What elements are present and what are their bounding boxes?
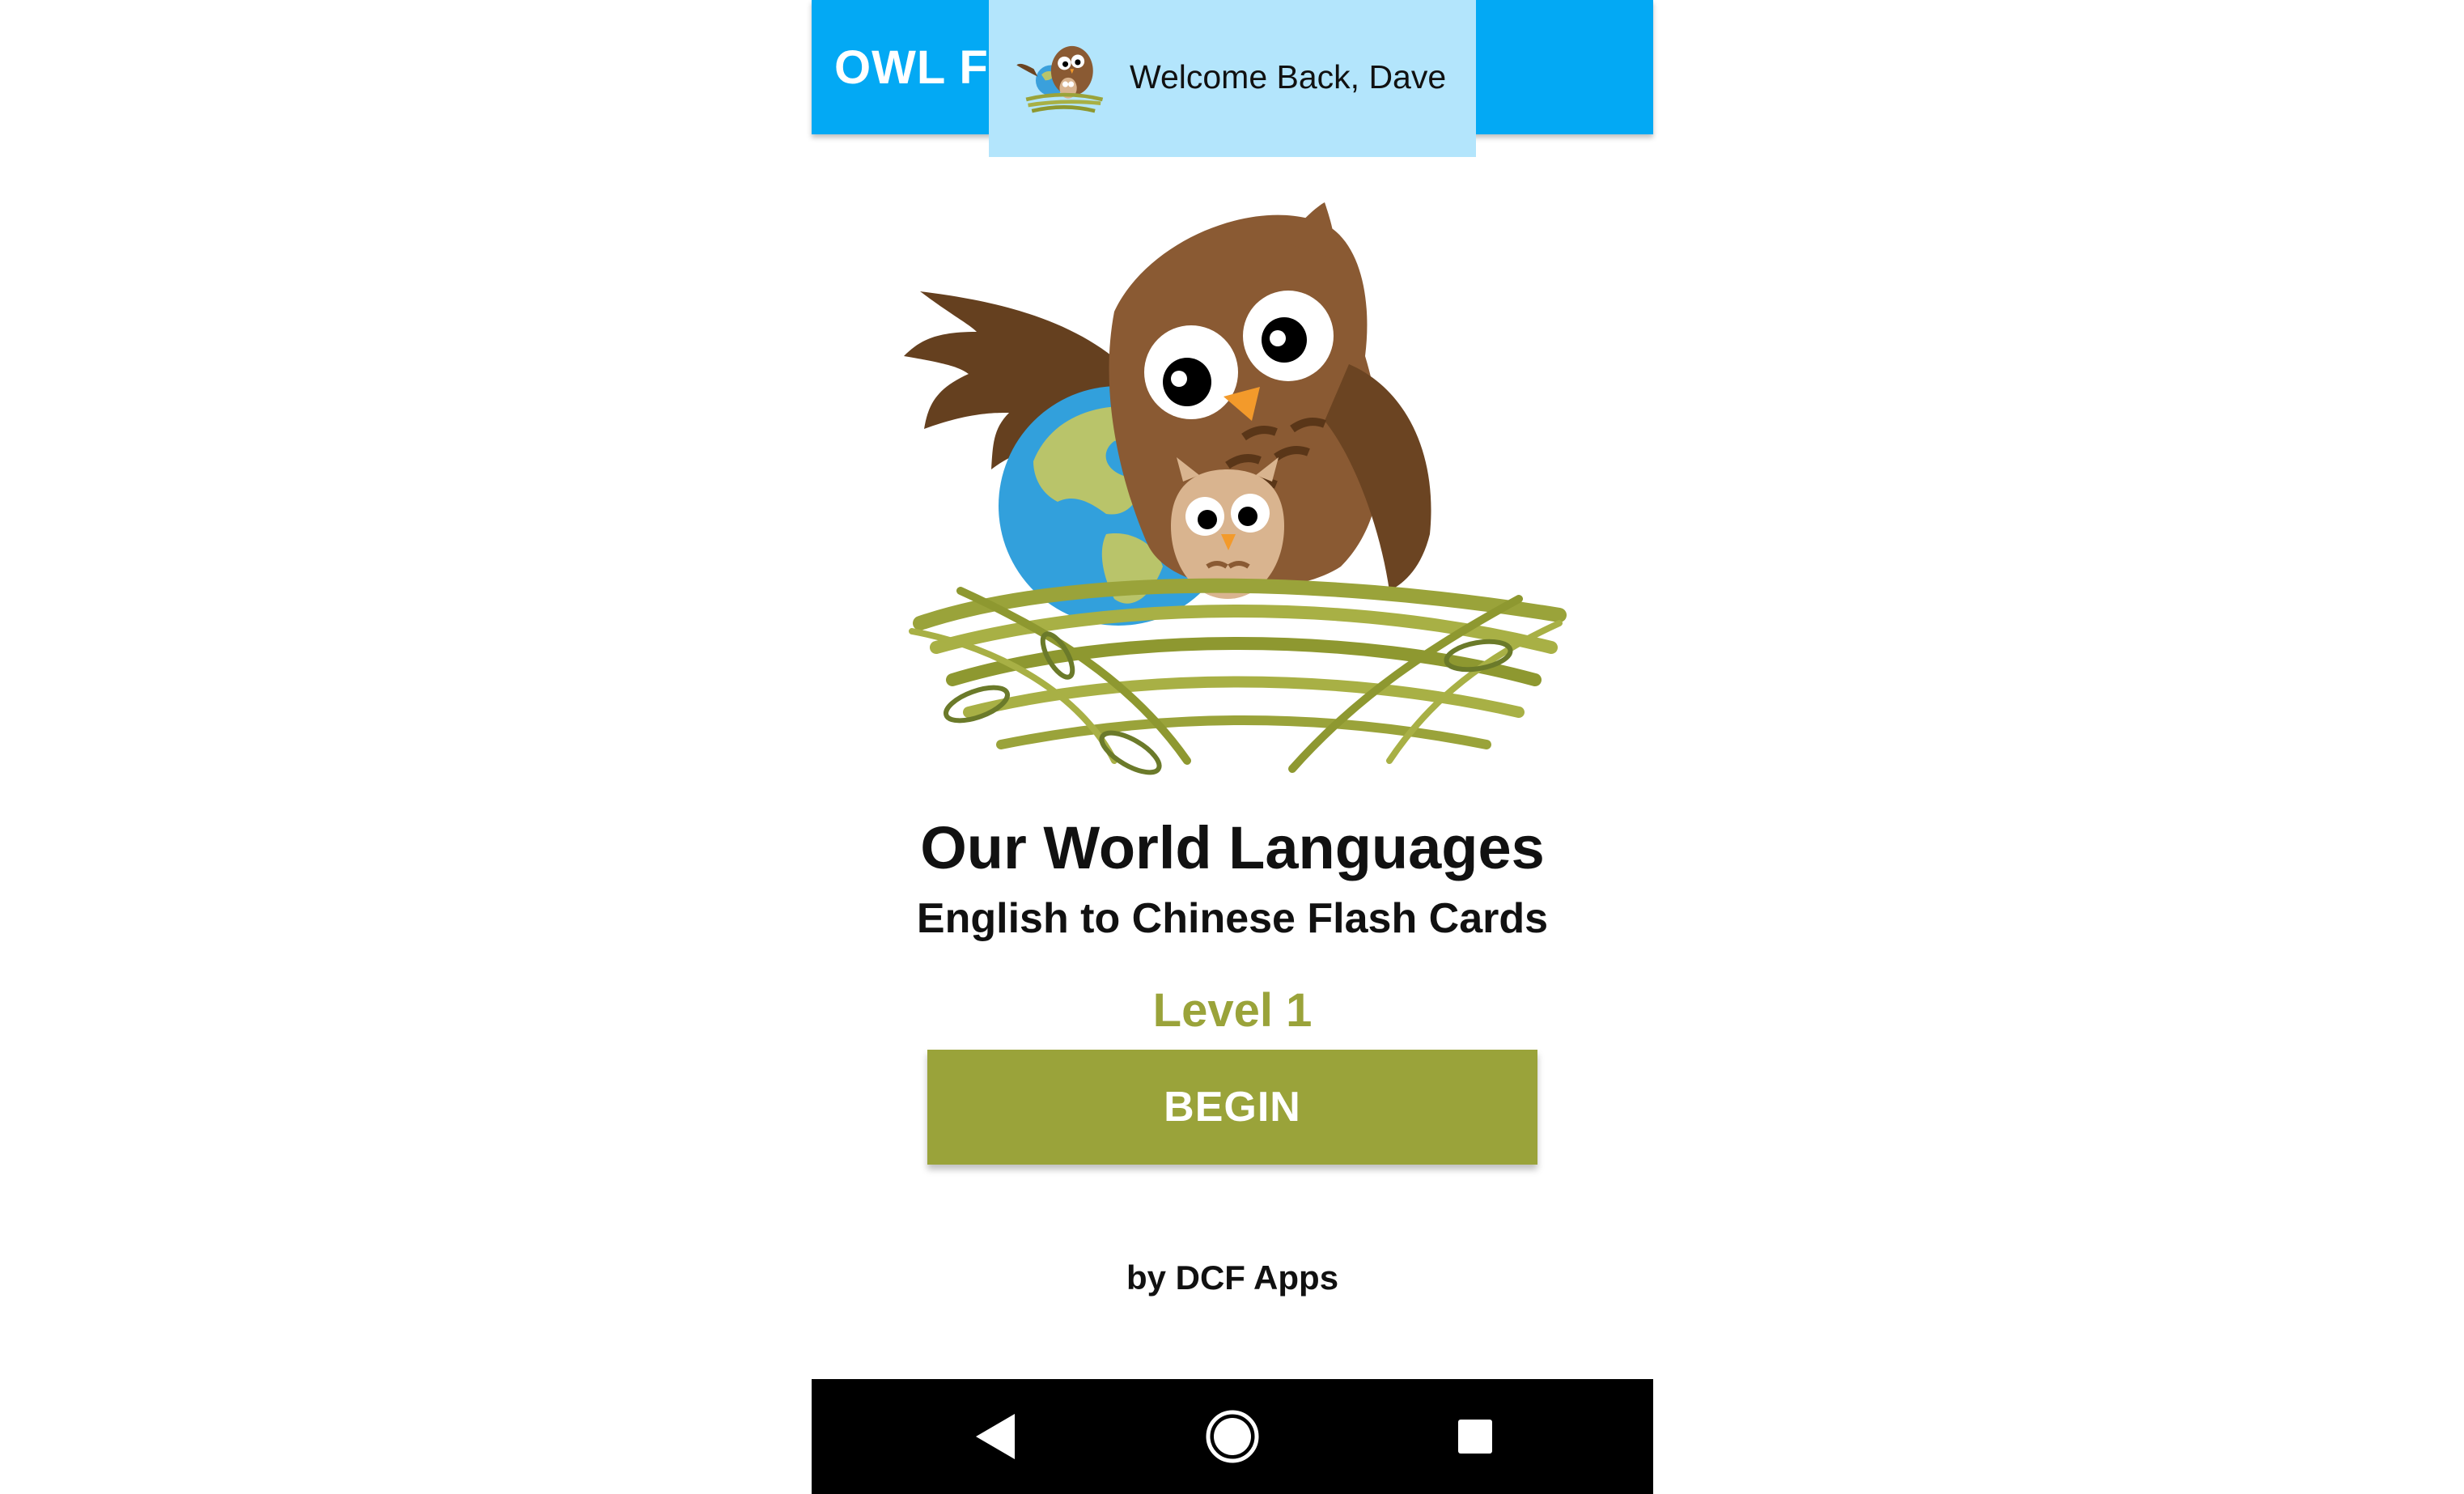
welcome-message: Welcome Back, Dave [1130,58,1447,95]
home-circle-icon [1206,1410,1259,1463]
screen-background: OWL FLASH CARDS Welcome Back, Dave [0,0,2464,1494]
nest-icon [909,578,1567,775]
owl-baby-icon [1171,457,1284,599]
owl-logo-icon [1016,45,1104,113]
phone-screen: OWL FLASH CARDS Welcome Back, Dave [812,0,1653,1494]
nav-back-button[interactable] [939,1379,1052,1494]
back-triangle-icon [976,1414,1015,1459]
page-title: Our World Languages [920,814,1545,881]
page-subtitle: English to Chinese Flash Cards [916,895,1549,942]
level-label: Level 1 [1152,984,1313,1037]
credit-text: by DCF Apps [1126,1258,1339,1297]
owl-nest-globe-illustration [904,202,1567,775]
nav-home-button[interactable] [1176,1379,1289,1494]
welcome-toast: Welcome Back, Dave [989,0,1476,157]
begin-button[interactable]: BEGIN [927,1050,1537,1165]
recents-square-icon [1458,1420,1492,1454]
system-nav-bar [812,1379,1653,1494]
nav-recents-button[interactable] [1419,1379,1532,1494]
